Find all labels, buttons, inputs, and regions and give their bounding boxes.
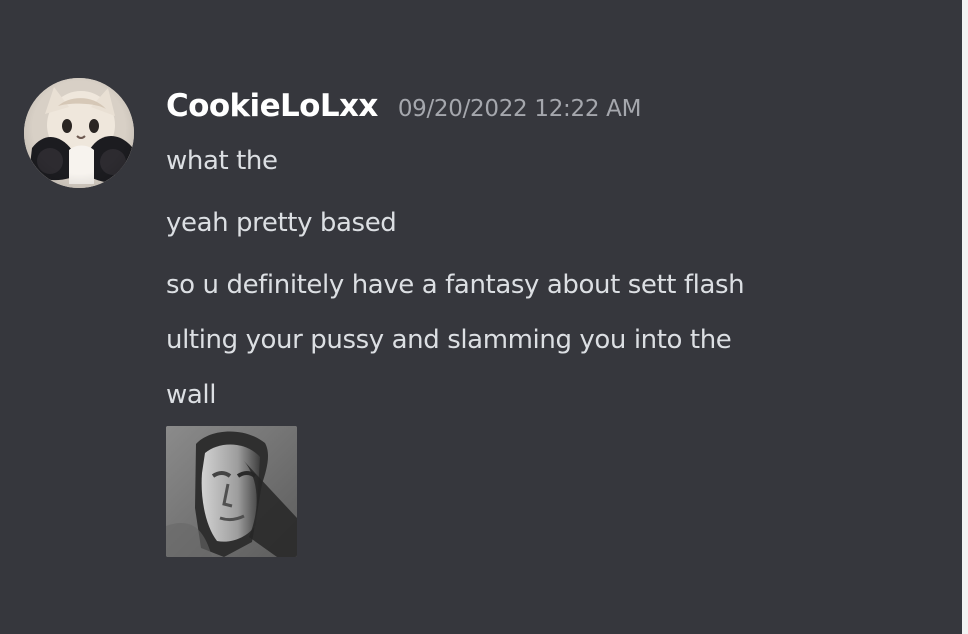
portrait-image-icon[interactable]	[166, 426, 297, 557]
message-header: CookieLoLxx 09/20/2022 12:22 AM	[166, 88, 641, 132]
cat-avatar-icon[interactable]	[24, 78, 134, 188]
timestamp: 09/20/2022 12:22 AM	[397, 96, 642, 122]
message-line: what the	[166, 146, 278, 176]
message-line-segment: so u definitely have a fantasy about set…	[166, 270, 745, 300]
window-edge	[962, 0, 968, 634]
chat-message: CookieLoLxx 09/20/2022 12:22 AM what the…	[24, 78, 944, 568]
message-line-segment: wall	[166, 380, 217, 410]
chat-screen: CookieLoLxx 09/20/2022 12:22 AM what the…	[0, 0, 962, 634]
username[interactable]: CookieLoLxx	[166, 88, 378, 124]
message-text-wrapped: so u definitely have a fantasy about set…	[166, 258, 745, 423]
message-line: yeah pretty based	[166, 208, 397, 238]
message-line-segment: ulting your pussy and slamming you into …	[166, 325, 732, 355]
